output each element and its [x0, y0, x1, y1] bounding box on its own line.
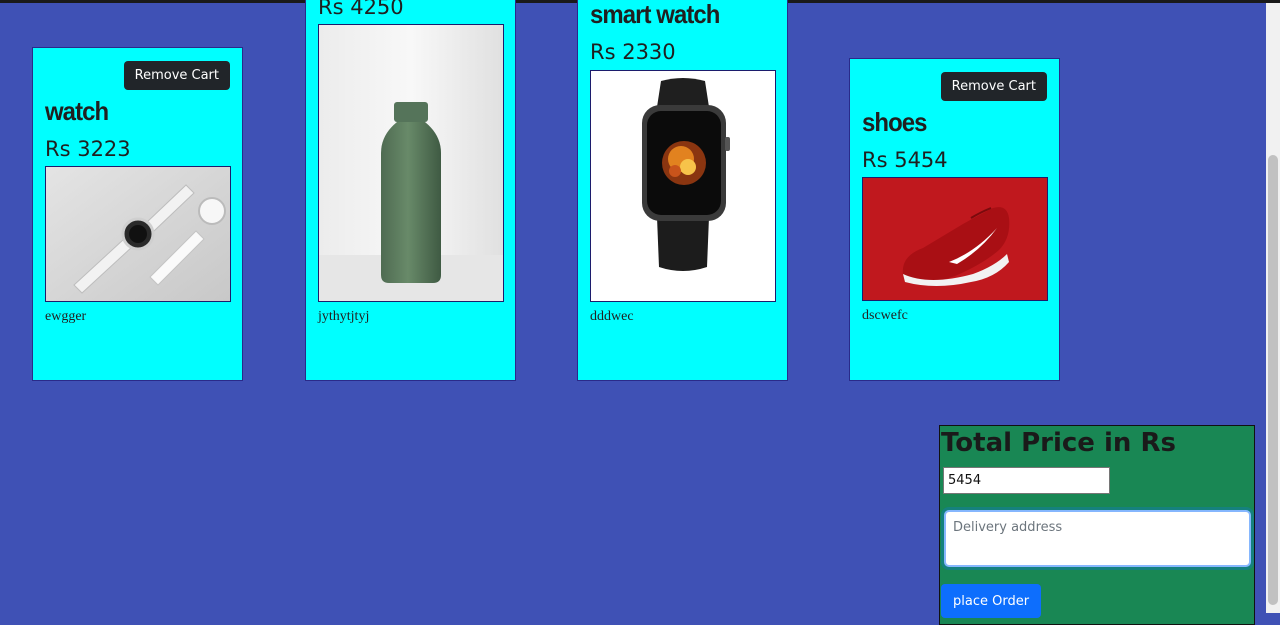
- product-card-watch: Remove Cart watch Rs 3223 ewgger: [32, 47, 243, 381]
- product-image-smart-watch: [590, 70, 776, 302]
- product-price: Rs 5454: [862, 148, 948, 172]
- product-price: Rs 2330: [590, 40, 676, 64]
- remove-cart-button[interactable]: Remove Cart: [123, 61, 230, 90]
- product-name: shoes: [862, 107, 927, 137]
- product-name: smart watch: [590, 0, 720, 29]
- page-scrollbar[interactable]: [1266, 3, 1280, 613]
- product-price: Rs 4250: [318, 0, 404, 19]
- product-image-bottle: [318, 24, 504, 302]
- remove-cart-button[interactable]: Remove Cart: [940, 72, 1047, 101]
- product-description: dscwefc: [862, 308, 908, 323]
- checkout-panel: Total Price in Rs place Order: [939, 425, 1255, 625]
- product-card-smart-watch: smart watch Rs 2330 dddwec: [577, 0, 788, 381]
- product-description: jythytjtyj: [318, 309, 370, 324]
- product-image-shoes: [862, 177, 1048, 301]
- scrollbar-thumb[interactable]: [1268, 155, 1278, 605]
- total-price-field[interactable]: [943, 467, 1110, 494]
- product-card-shoes: Remove Cart shoes Rs 5454 dscwefc: [849, 58, 1060, 381]
- product-description: ewgger: [45, 309, 87, 324]
- delivery-address-field[interactable]: [944, 510, 1251, 567]
- total-price-heading: Total Price in Rs: [941, 428, 1176, 458]
- product-name: watch: [45, 96, 109, 126]
- product-price: Rs 3223: [45, 137, 131, 161]
- product-card-bottle: Rs 4250 jythytjtyj: [305, 0, 516, 381]
- product-description: dddwec: [590, 309, 634, 324]
- product-image-watch: [45, 166, 231, 302]
